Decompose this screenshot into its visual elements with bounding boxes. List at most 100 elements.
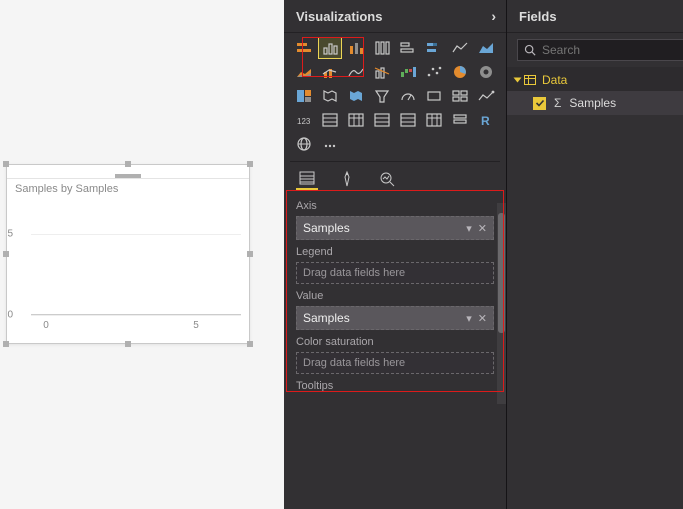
svg-text:123: 123 — [297, 117, 311, 126]
viz-type-globe[interactable] — [292, 133, 316, 155]
viz-type-r[interactable]: R — [474, 109, 498, 131]
viz-type-combo2[interactable] — [370, 61, 394, 83]
viz-type-gauge[interactable] — [396, 85, 420, 107]
fields-table-name: Data — [542, 73, 567, 87]
visual-header[interactable] — [7, 165, 249, 179]
well-label-axis: Axis — [296, 200, 498, 212]
x-tick-label: 5 — [181, 320, 211, 331]
well-label-tooltips: Tooltips — [296, 380, 498, 392]
well-label-value: Value — [296, 290, 498, 302]
viz-type-areast[interactable] — [292, 61, 316, 83]
field-wells: Axis Samples ▾ ✕ Legend Drag data fields… — [290, 190, 500, 400]
tab-analytics[interactable] — [376, 168, 398, 190]
viz-type-stackbar[interactable] — [292, 37, 316, 59]
chart-x-labels: 05 — [31, 320, 241, 331]
viz-type-matrix2[interactable] — [422, 109, 446, 131]
visual-column-chart[interactable]: Samples by Samples 05 05 — [6, 164, 250, 344]
fields-table-row[interactable]: Data — [507, 67, 683, 91]
x-tick-label — [91, 320, 121, 331]
well-axis-chip[interactable]: Samples ▾ ✕ — [296, 216, 494, 240]
viz-type-custom[interactable] — [318, 133, 342, 155]
viz-type-table2[interactable] — [370, 109, 394, 131]
viz-type-ribbon[interactable] — [344, 61, 368, 83]
viz-type-kpi[interactable] — [474, 85, 498, 107]
collapse-pane-icon[interactable]: › — [491, 8, 496, 24]
viz-type-waterfall[interactable] — [396, 61, 420, 83]
fields-pane: Fields › Data Σ Samples — [507, 0, 683, 509]
x-tick-label — [61, 320, 91, 331]
sigma-icon: Σ — [554, 96, 561, 110]
well-label-color: Color saturation — [296, 336, 498, 348]
viz-type-stackcol[interactable] — [344, 37, 368, 59]
viz-type-donut[interactable] — [474, 61, 498, 83]
resize-handle[interactable] — [3, 161, 9, 167]
table-icon — [524, 75, 536, 85]
viz-type-table[interactable] — [318, 109, 342, 131]
field-tab-row — [290, 161, 500, 190]
expand-icon[interactable] — [514, 78, 522, 83]
visualizations-pane: Visualizations › 123 R Axis — [284, 0, 507, 509]
search-icon — [524, 44, 536, 56]
viz-type-card[interactable] — [422, 85, 446, 107]
report-canvas[interactable]: Samples by Samples 05 05 — [0, 0, 284, 509]
x-tick-label: 0 — [31, 320, 61, 331]
fields-search[interactable] — [517, 39, 683, 61]
viz-type-pie[interactable] — [448, 61, 472, 83]
viz-type-barh[interactable] — [396, 37, 420, 59]
viz-type-num[interactable]: 123 — [292, 109, 316, 131]
viz-type-stackcol100[interactable] — [370, 37, 394, 59]
search-input[interactable] — [542, 43, 683, 57]
fields-field-name: Samples — [569, 96, 616, 110]
remove-field-icon[interactable]: ✕ — [478, 312, 487, 325]
resize-handle[interactable] — [125, 161, 131, 167]
y-tick-label: 0 — [1, 310, 13, 321]
chevron-down-icon[interactable]: ▾ — [466, 312, 472, 325]
chart-title: Samples by Samples — [7, 179, 249, 195]
viz-type-area[interactable] — [474, 37, 498, 59]
x-tick-label — [151, 320, 181, 331]
well-legend-drop[interactable]: Drag data fields here — [296, 262, 494, 284]
scrollbar[interactable] — [497, 203, 506, 404]
chart-plot-area: 05 — [17, 201, 241, 315]
well-chip-text: Samples — [303, 221, 350, 235]
resize-handle[interactable] — [247, 161, 253, 167]
tab-fields[interactable] — [296, 168, 318, 190]
resize-handle[interactable] — [3, 251, 9, 257]
x-tick-label — [211, 320, 241, 331]
svg-text:R: R — [481, 114, 490, 128]
well-color-drop[interactable]: Drag data fields here — [296, 352, 494, 374]
resize-handle[interactable] — [247, 251, 253, 257]
visualizations-header[interactable]: Visualizations › — [284, 0, 506, 33]
field-checkbox[interactable] — [533, 97, 546, 110]
fields-title: Fields — [519, 9, 557, 24]
viz-type-matrix[interactable] — [344, 109, 368, 131]
viz-type-map[interactable] — [318, 85, 342, 107]
viz-type-table3[interactable] — [396, 109, 420, 131]
drag-grip-icon[interactable] — [115, 174, 141, 178]
chart-bars — [31, 201, 241, 315]
resize-handle[interactable] — [125, 341, 131, 347]
viz-type-slicer[interactable] — [448, 109, 472, 131]
visualizations-title: Visualizations — [296, 9, 382, 24]
well-value-chip[interactable]: Samples ▾ ✕ — [296, 306, 494, 330]
viz-type-scatter[interactable] — [422, 61, 446, 83]
viz-type-combo[interactable] — [318, 61, 342, 83]
viz-type-multicard[interactable] — [448, 85, 472, 107]
fields-field-row[interactable]: Σ Samples — [507, 91, 683, 115]
resize-handle[interactable] — [3, 341, 9, 347]
chevron-down-icon[interactable]: ▾ — [466, 222, 472, 235]
viz-type-line[interactable] — [448, 37, 472, 59]
viz-type-funnel[interactable] — [370, 85, 394, 107]
viz-type-stackbarh[interactable] — [422, 37, 446, 59]
fields-header[interactable]: Fields › — [507, 0, 683, 33]
visual-gallery: 123 R — [290, 33, 500, 161]
tab-format[interactable] — [336, 168, 358, 190]
remove-field-icon[interactable]: ✕ — [478, 222, 487, 235]
well-label-legend: Legend — [296, 246, 498, 258]
chart-y-axis: 05 — [11, 201, 25, 315]
well-chip-text: Samples — [303, 311, 350, 325]
viz-type-tree[interactable] — [292, 85, 316, 107]
resize-handle[interactable] — [247, 341, 253, 347]
viz-type-colchart[interactable] — [318, 37, 342, 59]
viz-type-filledmap[interactable] — [344, 85, 368, 107]
